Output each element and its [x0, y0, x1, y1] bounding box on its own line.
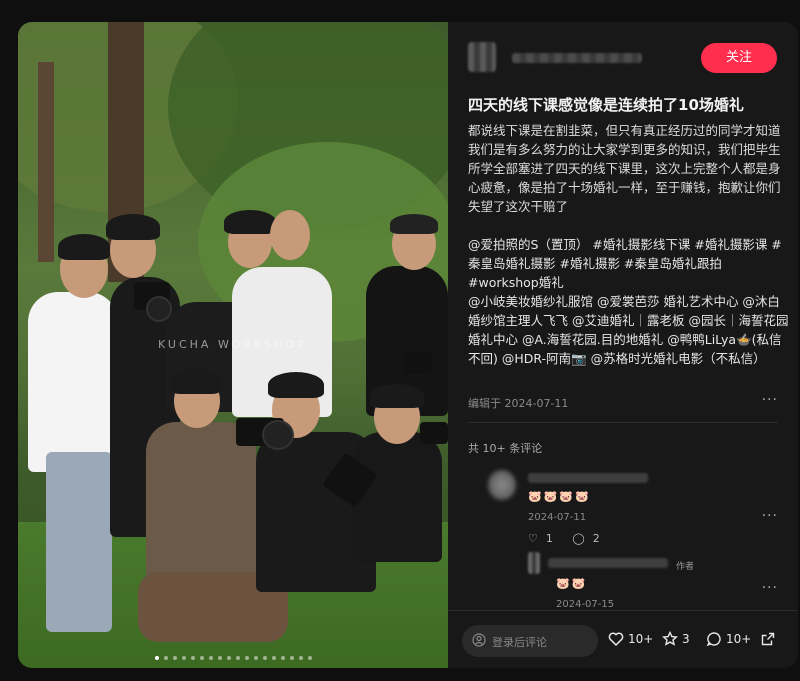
camera-lens — [146, 296, 172, 322]
like-count: 10+ — [628, 632, 654, 646]
comment-count-bottom: 10+ — [726, 632, 752, 646]
comment-text: 🐷🐷🐷🐷 — [528, 490, 591, 503]
person-hair — [106, 214, 160, 240]
carousel-dot[interactable] — [253, 656, 258, 660]
share-icon — [761, 632, 775, 646]
carousel-dot[interactable] — [163, 656, 168, 660]
comment-reply-count: 2 — [592, 532, 600, 545]
comment-bubble-icon: ◯ — [572, 532, 585, 545]
carousel-dot[interactable] — [190, 656, 195, 660]
reply-date: 2024-07-15 — [556, 599, 615, 610]
commenter-avatar[interactable] — [488, 470, 516, 500]
like-button[interactable]: 10+ — [608, 631, 653, 647]
carousel-dot[interactable] — [208, 656, 213, 660]
carousel-dot[interactable] — [271, 656, 276, 660]
camera — [404, 352, 432, 374]
carousel-dot[interactable] — [307, 656, 312, 660]
post-detail-panel: 关注 四天的线下课感觉像是连续拍了10场婚礼 都说线下课是在割韭菜，但只有真正经… — [448, 22, 798, 668]
person-head — [270, 210, 310, 260]
person-jeans — [46, 452, 112, 632]
more-options-icon[interactable]: ··· — [762, 508, 778, 524]
carousel-dot[interactable] — [181, 656, 186, 660]
heart-icon — [608, 632, 624, 647]
comment-like-button[interactable]: ♡ 1 — [528, 532, 564, 545]
carousel-dot[interactable] — [154, 656, 159, 660]
divider — [468, 422, 778, 423]
collect-button[interactable]: 3 — [662, 630, 690, 647]
post-date: 编辑于 2024-07-11 — [468, 397, 569, 410]
author-name[interactable] — [512, 53, 642, 63]
carousel-dot[interactable] — [199, 656, 204, 660]
carousel-dot[interactable] — [289, 656, 294, 660]
commenter-name[interactable] — [528, 473, 648, 483]
post-title: 四天的线下课感觉像是连续拍了10场婚礼 — [468, 96, 744, 114]
reply-avatar[interactable] — [528, 552, 540, 574]
comment-actions: ♡ 1 ◯ 2 — [528, 532, 616, 545]
star-icon — [662, 630, 678, 646]
author-avatar[interactable] — [468, 42, 496, 72]
camera-lens — [262, 420, 294, 450]
carousel-dot[interactable] — [235, 656, 240, 660]
person-hair — [170, 368, 222, 394]
person-kneeling — [352, 432, 442, 562]
person-hair — [224, 210, 276, 234]
more-options-icon[interactable]: ··· — [762, 580, 778, 596]
comment-input-placeholder: 登录后评论 — [492, 636, 547, 649]
post-viewer: KUCHA WORKSHOP 关注 四天的线下课感觉像是连续拍了10场婚礼 都说… — [18, 22, 798, 668]
mentions[interactable]: @小岐美妆婚纱礼服馆 @爱裳芭莎 婚礼艺术中心 @沐白婚纱馆主理人飞飞 @艾迪婚… — [468, 292, 790, 368]
carousel-dot[interactable] — [280, 656, 285, 660]
comment-input[interactable]: 登录后评论 — [462, 625, 598, 657]
comment-like-count: 1 — [545, 532, 553, 545]
collect-count: 3 — [682, 632, 690, 646]
more-options-icon[interactable]: ··· — [762, 392, 778, 408]
comment-count: 共 10+ 条评论 — [468, 442, 543, 455]
camera — [420, 422, 448, 444]
author-badge: 作者 — [676, 562, 695, 572]
comment-button[interactable]: 10+ — [706, 631, 751, 647]
comment-reply-button[interactable]: ◯ 2 — [572, 532, 607, 545]
follow-button[interactable]: 关注 — [701, 43, 777, 73]
carousel-dot[interactable] — [172, 656, 177, 660]
share-button[interactable] — [760, 631, 780, 647]
reply-text: 🐷🐷 — [556, 577, 588, 590]
post-photo[interactable]: KUCHA WORKSHOP — [18, 22, 448, 668]
hashtags[interactable]: @爱拍照的S（置顶） #婚礼摄影线下课 #婚礼摄影课 #秦皇岛婚礼摄影 #婚礼摄… — [468, 235, 790, 292]
heart-icon: ♡ — [528, 532, 538, 545]
carousel-indicator[interactable] — [18, 645, 448, 664]
carousel-dot[interactable] — [298, 656, 303, 660]
comment-bubble-icon — [706, 632, 721, 647]
reply-author-name[interactable] — [548, 558, 668, 568]
photo-watermark: KUCHA WORKSHOP — [158, 338, 307, 351]
carousel-dot[interactable] — [226, 656, 231, 660]
person-hair — [268, 372, 324, 398]
carousel-dot[interactable] — [262, 656, 267, 660]
bottom-action-bar: 登录后评论 10+ 3 10+ — [448, 610, 798, 668]
person-hair — [370, 384, 424, 408]
carousel-dot[interactable] — [217, 656, 222, 660]
post-body: 都说线下课是在割韭菜，但只有真正经历过的同学才知道我们是有多么努力的让大家学到更… — [468, 123, 781, 214]
tree-trunk — [38, 62, 54, 262]
person-white-shirt — [28, 292, 118, 472]
carousel-dot[interactable] — [244, 656, 249, 660]
post-tags[interactable]: @爱拍照的S（置顶） #婚礼摄影线下课 #婚礼摄影课 #秦皇岛婚礼摄影 #婚礼摄… — [468, 235, 790, 368]
person-hair — [58, 234, 110, 260]
comment-date: 2024-07-11 — [528, 512, 587, 523]
person-cap — [390, 214, 438, 234]
user-icon — [472, 633, 486, 647]
person-kneeling — [146, 422, 256, 582]
